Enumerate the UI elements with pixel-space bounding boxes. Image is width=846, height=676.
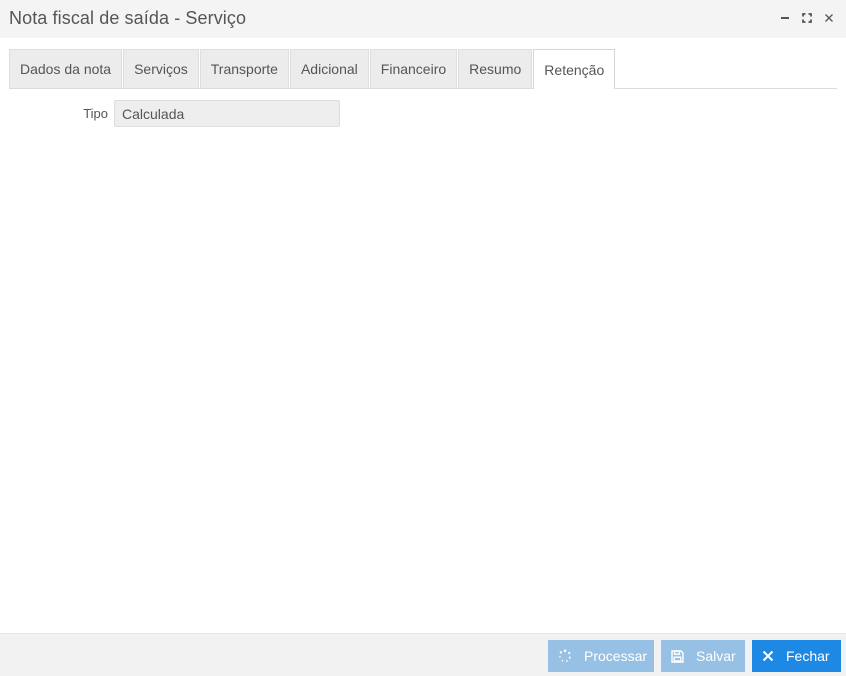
tab-servicos[interactable]: Serviços [123, 49, 199, 88]
maximize-icon[interactable] [800, 11, 814, 25]
minimize-icon[interactable] [778, 11, 792, 25]
tipo-field[interactable]: Calculada [114, 100, 340, 127]
tab-dados-da-nota[interactable]: Dados da nota [9, 49, 123, 88]
tab-transporte[interactable]: Transporte [199, 49, 289, 88]
processar-button[interactable]: Processar [548, 640, 654, 672]
tipo-label: Tipo [83, 106, 108, 121]
window-title: Nota fiscal de saída - Serviço [9, 8, 247, 28]
tab-resumo[interactable]: Resumo [458, 49, 533, 88]
window-controls [778, 11, 836, 25]
spinner-icon [558, 649, 572, 663]
close-icon [762, 650, 774, 662]
salvar-button[interactable]: Salvar [661, 640, 745, 672]
save-icon [671, 649, 684, 663]
close-icon[interactable] [822, 11, 836, 25]
window-titlebar: Nota fiscal de saída - Serviço [0, 0, 846, 38]
processar-label: Processar [584, 648, 648, 664]
tipo-value: Calculada [122, 105, 185, 122]
tab-bar: Dados da nota Serviços Transporte Adicio… [9, 49, 837, 89]
tab-retencao[interactable]: Retenção [533, 49, 616, 89]
fechar-button[interactable]: Fechar [752, 640, 841, 672]
tab-adicional[interactable]: Adicional [289, 49, 369, 88]
fechar-label: Fechar [786, 648, 830, 664]
tab-financeiro[interactable]: Financeiro [369, 49, 458, 88]
salvar-label: Salvar [696, 648, 736, 664]
footer-toolbar: Processar Salvar Fechar [0, 633, 846, 676]
